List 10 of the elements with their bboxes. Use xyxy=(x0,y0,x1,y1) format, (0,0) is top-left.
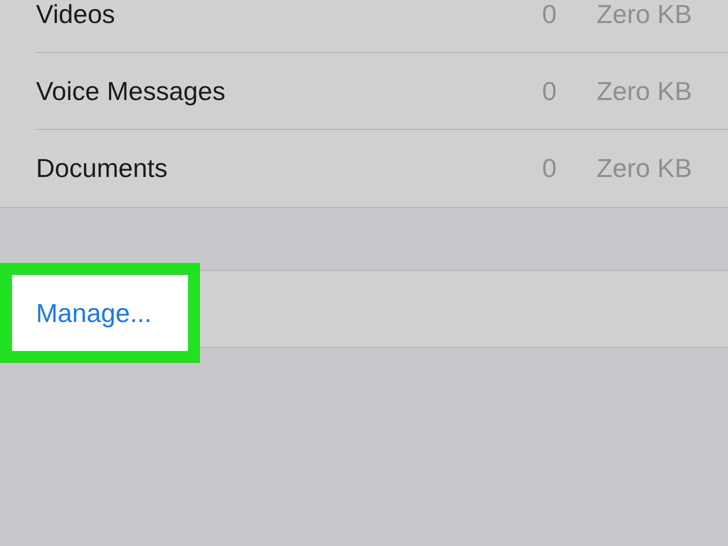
item-count: 0 xyxy=(542,0,557,30)
item-size: Zero KB xyxy=(596,76,692,106)
row-label: Videos xyxy=(36,0,116,30)
row-label: Documents xyxy=(36,153,168,184)
item-count: 0 xyxy=(542,153,557,184)
item-count: 0 xyxy=(542,76,557,106)
item-size: Zero KB xyxy=(596,153,692,184)
item-size: Zero KB xyxy=(596,0,692,30)
manage-link[interactable]: Manage... xyxy=(36,298,152,328)
row-label: Voice Messages xyxy=(36,76,226,106)
